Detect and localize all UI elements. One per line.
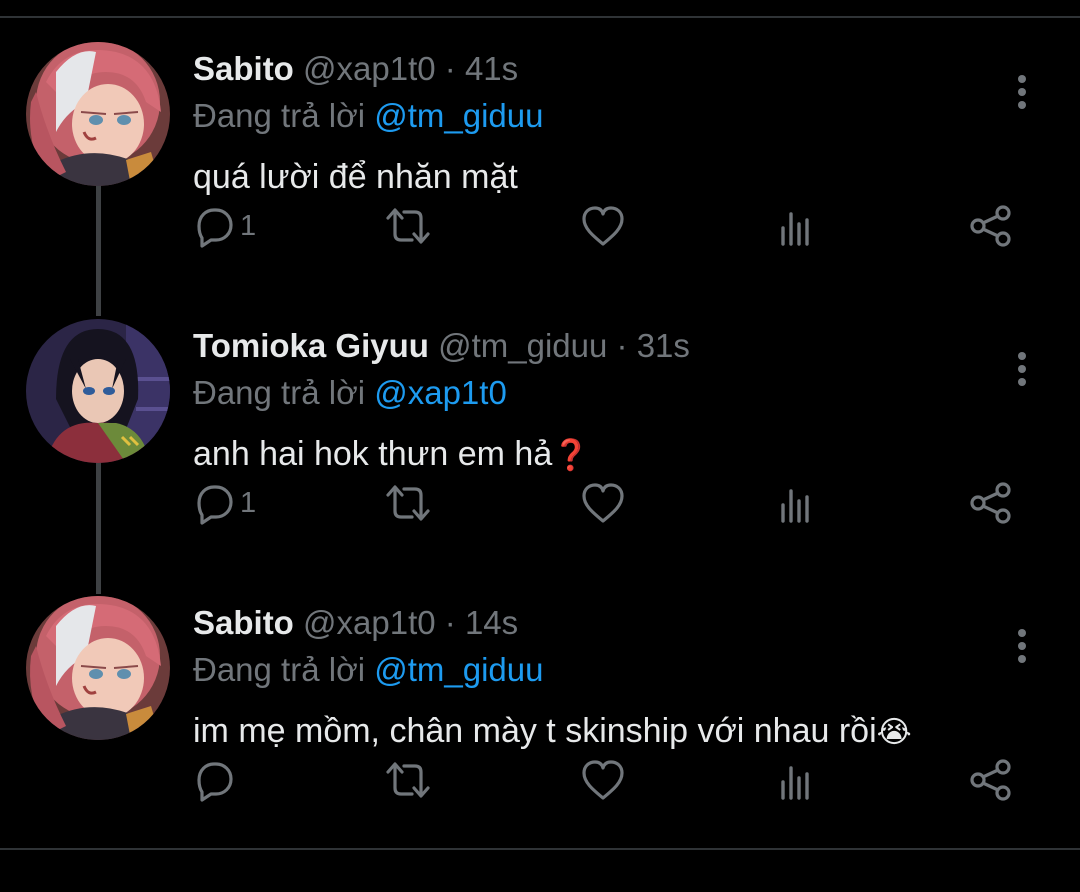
- reply-icon: [197, 485, 233, 525]
- display-name[interactable]: Tomioka Giyuu: [193, 327, 429, 364]
- analytics-icon: [781, 212, 809, 246]
- avatar[interactable]: [26, 596, 170, 740]
- bottom-divider: [0, 848, 1080, 850]
- share-icon: [970, 205, 1011, 247]
- reply-button[interactable]: 1: [190, 204, 256, 248]
- tweet-header: Sabito @xap1t0 · 14s: [193, 601, 518, 645]
- user-handle[interactable]: @tm_giduu: [438, 327, 607, 364]
- tweet-emoji: ❓: [552, 438, 590, 473]
- retweet-button[interactable]: [382, 758, 434, 802]
- action-bar: [190, 758, 1040, 802]
- retweet-icon: [386, 208, 430, 244]
- analytics-button[interactable]: [776, 481, 816, 525]
- like-icon: [582, 483, 624, 523]
- retweet-icon: [386, 485, 430, 521]
- like-icon: [582, 206, 624, 246]
- share-icon: [970, 759, 1011, 801]
- retweet-button[interactable]: [382, 481, 434, 525]
- like-button[interactable]: [580, 204, 626, 248]
- timestamp[interactable]: 14s: [465, 604, 518, 641]
- reply-button[interactable]: 1: [190, 481, 256, 525]
- reply-context: Đang trả lời @xap1t0: [193, 371, 507, 415]
- action-bar: 1: [190, 481, 1040, 525]
- top-divider: [0, 16, 1080, 18]
- more-options-icon: [1018, 629, 1026, 663]
- tweet-text: quá lười để nhăn mặt: [193, 154, 518, 200]
- tweet[interactable]: Sabito @xap1t0 · 14s Đang trả lời @tm_gi…: [0, 596, 1080, 866]
- share-button[interactable]: [968, 758, 1014, 802]
- separator-dot: ·: [444, 50, 456, 87]
- retweet-icon: [386, 762, 430, 798]
- reply-button[interactable]: [190, 758, 240, 802]
- timestamp[interactable]: 41s: [465, 50, 518, 87]
- sabito-avatar-image: [26, 596, 170, 740]
- separator-dot: ·: [616, 327, 628, 364]
- more-options-icon: [1018, 352, 1026, 386]
- share-button[interactable]: [968, 481, 1014, 525]
- tweet-body: anh hai hok thưn em hả: [193, 435, 553, 473]
- tweet-header: Tomioka Giyuu @tm_giduu · 31s: [193, 324, 690, 368]
- like-button[interactable]: [580, 758, 626, 802]
- sabito-avatar-image: [26, 42, 170, 186]
- tweet-body: im mẹ mồm, chân mày t skinship với nhau …: [193, 712, 877, 750]
- analytics-icon: [781, 489, 809, 523]
- reply-mention[interactable]: @tm_giduu: [374, 97, 543, 134]
- analytics-icon: [781, 766, 809, 800]
- tweet[interactable]: Sabito @xap1t0 · 41s Đang trả lời @tm_gi…: [0, 42, 1080, 312]
- tweet-text: anh hai hok thưn em hả❓: [193, 431, 590, 477]
- reply-prefix: Đang trả lời: [193, 97, 366, 134]
- display-name[interactable]: Sabito: [193, 50, 294, 87]
- reply-icon: [197, 762, 233, 802]
- like-icon: [582, 760, 624, 800]
- separator-dot: ·: [444, 604, 456, 641]
- more-options-button[interactable]: [1004, 72, 1040, 112]
- avatar[interactable]: [26, 42, 170, 186]
- tweet-header: Sabito @xap1t0 · 41s: [193, 47, 518, 91]
- share-button[interactable]: [968, 204, 1014, 248]
- reply-mention[interactable]: @xap1t0: [374, 374, 507, 411]
- reply-count: 1: [240, 210, 257, 242]
- analytics-button[interactable]: [776, 204, 816, 248]
- reply-count: 1: [240, 487, 257, 519]
- reply-context: Đang trả lời @tm_giduu: [193, 94, 543, 138]
- timestamp[interactable]: 31s: [637, 327, 690, 364]
- reply-prefix: Đang trả lời: [193, 651, 366, 688]
- giyuu-avatar-image: [26, 319, 170, 463]
- reply-icon: [197, 208, 233, 248]
- share-icon: [970, 482, 1011, 524]
- retweet-button[interactable]: [382, 204, 434, 248]
- tweet-emoji: 😭: [876, 715, 912, 750]
- reply-prefix: Đang trả lời: [193, 374, 366, 411]
- avatar[interactable]: [26, 319, 170, 463]
- tweet[interactable]: Tomioka Giyuu @tm_giduu · 31s Đang trả l…: [0, 319, 1080, 589]
- tweet-text: im mẹ mồm, chân mày t skinship với nhau …: [193, 708, 912, 754]
- tweet-body: quá lười để nhăn mặt: [193, 158, 518, 196]
- analytics-button[interactable]: [776, 758, 816, 802]
- user-handle[interactable]: @xap1t0: [303, 50, 436, 87]
- action-bar: 1: [190, 204, 1040, 248]
- reply-context: Đang trả lời @tm_giduu: [193, 648, 543, 692]
- reply-mention[interactable]: @tm_giduu: [374, 651, 543, 688]
- more-options-button[interactable]: [1004, 349, 1040, 389]
- more-options-button[interactable]: [1004, 626, 1040, 666]
- user-handle[interactable]: @xap1t0: [303, 604, 436, 641]
- display-name[interactable]: Sabito: [193, 604, 294, 641]
- more-options-icon: [1018, 75, 1026, 109]
- like-button[interactable]: [580, 481, 626, 525]
